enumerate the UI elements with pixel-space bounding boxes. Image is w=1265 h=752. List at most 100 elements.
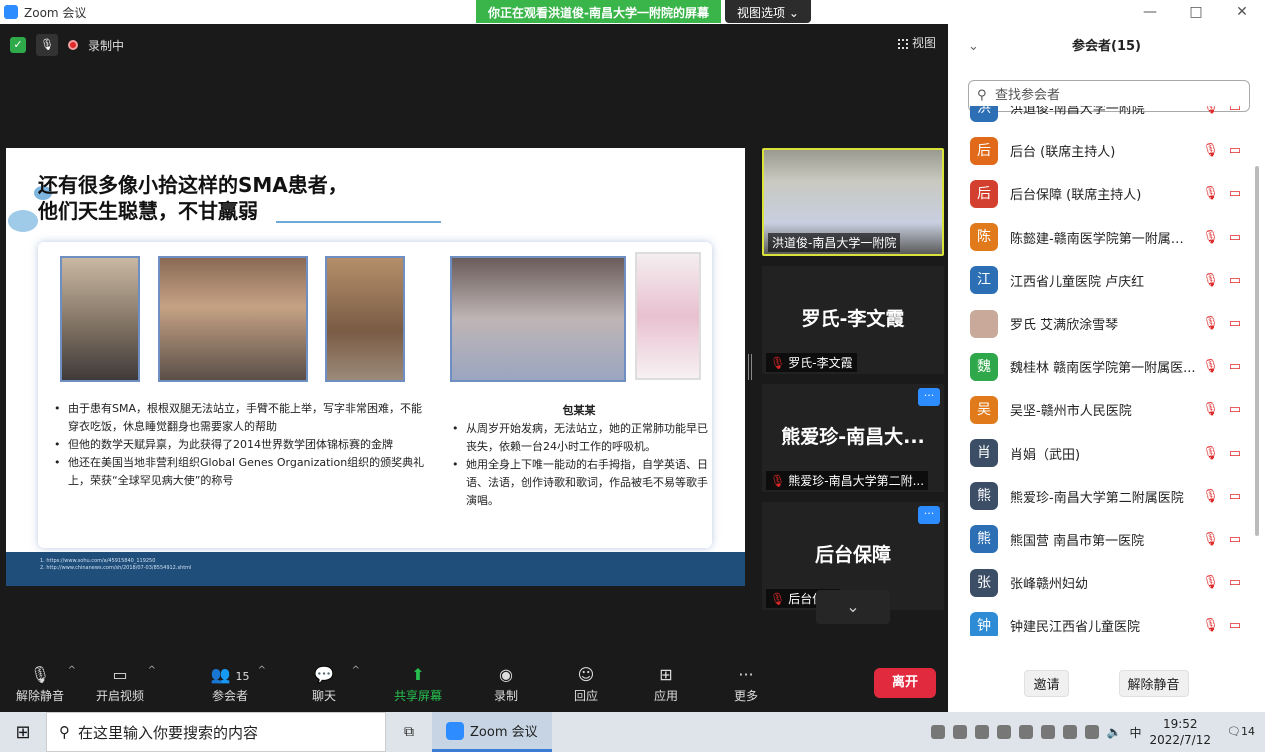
maximize-icon[interactable]: □ (1173, 4, 1219, 20)
zoom-app-icon (4, 5, 18, 19)
mic-muted-icon: 🎙 (1202, 575, 1219, 591)
microphone-icon[interactable]: 🎙 (36, 34, 58, 56)
taskbar-search-box[interactable]: ⚲ 在这里输入你要搜索的内容 (46, 712, 386, 752)
participant-row[interactable]: 罗氏 艾满欣涂雪琴 🎙 ▭ (948, 302, 1253, 345)
chat-button[interactable]: 💬 ^ 聊天 (284, 663, 364, 704)
participant-status-icons: 🎙 ▭ (1202, 172, 1241, 215)
video-tile-active-speaker[interactable]: 洪道俊-南昌大学一附院 (762, 148, 944, 256)
taskbar-zoom-app[interactable]: Zoom 会议 (432, 712, 552, 752)
view-options-button[interactable]: 视图选项 ⌄ (724, 0, 811, 23)
share-screen-button[interactable]: ⬆ 共享屏幕 (378, 663, 458, 704)
participant-name: 江西省儿童医院 卢庆红 (1010, 274, 1145, 290)
photo-student-standing (60, 256, 140, 382)
caret-up-icon[interactable]: ^ (352, 665, 360, 676)
participant-row[interactable]: 肖肖娟（武田) 🎙 ▭ (948, 432, 1253, 475)
taskbar-clock[interactable]: 19:52 2022/7/12 (1149, 716, 1211, 748)
video-tile[interactable]: 罗氏-李文霞 🎙 罗氏-李文霞 (762, 266, 944, 374)
start-video-button[interactable]: ▭ ^ 开启视频 (80, 663, 160, 704)
video-off-icon: ▭ (1228, 359, 1241, 375)
photo-award-ceremony (325, 256, 405, 382)
participant-row[interactable]: 江江西省儿童医院 卢庆红 🎙 ▭ (948, 259, 1253, 302)
close-icon[interactable]: ✕ (1219, 4, 1265, 20)
taskbar-zoom-label: Zoom 会议 (470, 725, 538, 740)
share-screen-icon: ⬆ (411, 664, 425, 684)
caret-up-icon[interactable]: ^ (258, 665, 266, 676)
participant-status-icons: 🎙 ▭ (1202, 518, 1241, 561)
volume-icon[interactable]: 🔈 (1107, 725, 1122, 739)
participant-row[interactable]: 吴吴坚-赣州市人民医院 🎙 ▭ (948, 388, 1253, 431)
unmute-all-button[interactable]: 解除静音 (1118, 670, 1189, 697)
security-shield-icon[interactable]: ✓ (10, 37, 26, 53)
participant-row[interactable]: 后后台保障 (联席主持人) 🎙 ▭ (948, 172, 1253, 215)
tray-icon[interactable] (952, 725, 967, 739)
tray-icon[interactable] (1040, 725, 1055, 739)
caret-up-icon[interactable]: ^ (68, 665, 76, 676)
video-off-icon: ▭ (1228, 488, 1241, 504)
video-gallery: 洪道俊-南昌大学一附院 罗氏-李文霞 🎙 罗氏-李文霞 ··· 熊爱珍-南昌大..… (762, 148, 944, 620)
mic-muted-icon: 🎙 (1202, 186, 1219, 202)
windows-start-icon[interactable]: ⊞ (0, 722, 46, 743)
collapse-chevron-icon[interactable]: ⌄ (968, 24, 979, 70)
participant-name: 后台保障 (联席主持人) (1010, 188, 1142, 204)
participants-button[interactable]: 👥 15 ^ 参会者 (190, 663, 270, 704)
participant-name: 熊爱珍-南昌大学第二附属医院 (1010, 490, 1184, 506)
window-controls: — □ ✕ (948, 0, 1265, 24)
gallery-next-page-button[interactable]: ⌄ (816, 590, 890, 624)
zoom-app-icon (446, 721, 464, 740)
reactions-button[interactable]: ☺ 回应 (546, 663, 626, 704)
nameplate-text: 洪道俊-南昌大学一附院 (772, 236, 897, 250)
participant-row[interactable]: 洪洪道俊-南昌大学一附院 🎙 ▭ (948, 106, 1253, 129)
ime-indicator[interactable]: 中 (1129, 724, 1141, 741)
tray-icon[interactable] (1062, 725, 1077, 739)
bullet-item: 由于患有SMA，根根双腿无法站立，手臂不能上举，写字非常困难，不能穿衣吃饭，休息… (52, 400, 432, 436)
meeting-toolbar: 🎙 ^ 解除静音 ▭ ^ 开启视频 👥 15 ^ 参会者 💬 ^ 聊天 ⬆ 共享… (0, 654, 948, 712)
tray-icon[interactable] (996, 725, 1011, 739)
more-button[interactable]: ··· 更多 (706, 663, 786, 704)
participant-row[interactable]: 陈陈懿建-赣南医学院第一附属医... 🎙 ▭ (948, 216, 1253, 259)
video-tile[interactable]: ··· 熊爱珍-南昌大... 🎙 熊爱珍-南昌大学第二附... (762, 384, 944, 492)
photo-patient-ventilator (450, 256, 626, 382)
participant-name: 洪道俊-南昌大学一附院 (1010, 106, 1145, 118)
more-options-icon[interactable]: ··· (918, 506, 940, 524)
leave-button[interactable]: 离开 (874, 668, 936, 698)
participant-row[interactable]: 魏魏桂林 赣南医学院第一附属医... 🎙 ▭ (948, 345, 1253, 388)
participant-list: 洪洪道俊-南昌大学一附院 🎙 ▭ 后后台 (联席主持人) 🎙 ▭ 后后台保障 (联席主持人)… (948, 106, 1253, 636)
grid-view-icon (897, 38, 908, 49)
caret-up-icon[interactable]: ^ (148, 665, 156, 676)
participant-row[interactable]: 张张峰赣州妇幼 🎙 ▭ (948, 561, 1253, 604)
tile-big-name: 罗氏-李文霞 (801, 308, 905, 330)
participant-row[interactable]: 熊熊国营 南昌市第一医院 🎙 ▭ (948, 518, 1253, 561)
mic-muted-icon: 🎙 (1202, 106, 1219, 116)
video-off-icon: ▭ (1228, 186, 1241, 202)
tile-big-name: 熊爱珍-南昌大... (781, 426, 925, 448)
avatar: 钟 (970, 611, 998, 636)
participant-list-scrollbar[interactable] (1254, 122, 1260, 652)
minimize-icon[interactable]: — (1127, 4, 1173, 20)
participant-row[interactable]: 熊熊爱珍-南昌大学第二附属医院 🎙 ▭ (948, 475, 1253, 518)
avatar: 张 (970, 568, 998, 597)
view-button[interactable]: 视图 (897, 34, 936, 51)
record-button[interactable]: ◉ 录制 (466, 663, 546, 704)
avatar: 陈 (970, 223, 998, 252)
tray-icon[interactable] (1018, 725, 1033, 739)
apps-button[interactable]: ⊞ 应用 (626, 663, 706, 704)
mic-muted-icon: 🎙 (1202, 488, 1219, 504)
invite-button[interactable]: 邀请 (1024, 670, 1069, 697)
task-view-icon[interactable]: ⧉ (386, 724, 432, 740)
tray-icon[interactable] (974, 725, 989, 739)
more-options-icon[interactable]: ··· (918, 388, 940, 406)
apps-icon: ⊞ (659, 664, 673, 684)
chevron-down-icon: ⌄ (846, 597, 860, 616)
tray-icon[interactable] (1084, 725, 1099, 739)
tray-icon[interactable] (930, 725, 945, 739)
scrollbar-thumb[interactable] (1255, 166, 1259, 536)
participant-row[interactable]: 钟钟建民江西省儿童医院 🎙 ▭ (948, 604, 1253, 636)
panel-splitter-handle[interactable] (748, 354, 752, 380)
zoom-window: Zoom 会议 你正在观看洪道俊-南昌大学一附院的屏幕 视图选项 ⌄ — □ ✕… (0, 0, 1265, 752)
participant-row[interactable]: 后后台 (联席主持人) 🎙 ▭ (948, 129, 1253, 172)
video-off-icon: ▭ (1228, 316, 1241, 332)
unmute-button[interactable]: 🎙 ^ 解除静音 (0, 663, 80, 704)
notification-center-icon[interactable]: 🗨14 (1227, 718, 1255, 746)
slide-references: 1. https://www.sohu.com/a/45915840_11925… (40, 558, 191, 572)
video-off-icon: ▭ (1228, 229, 1241, 245)
